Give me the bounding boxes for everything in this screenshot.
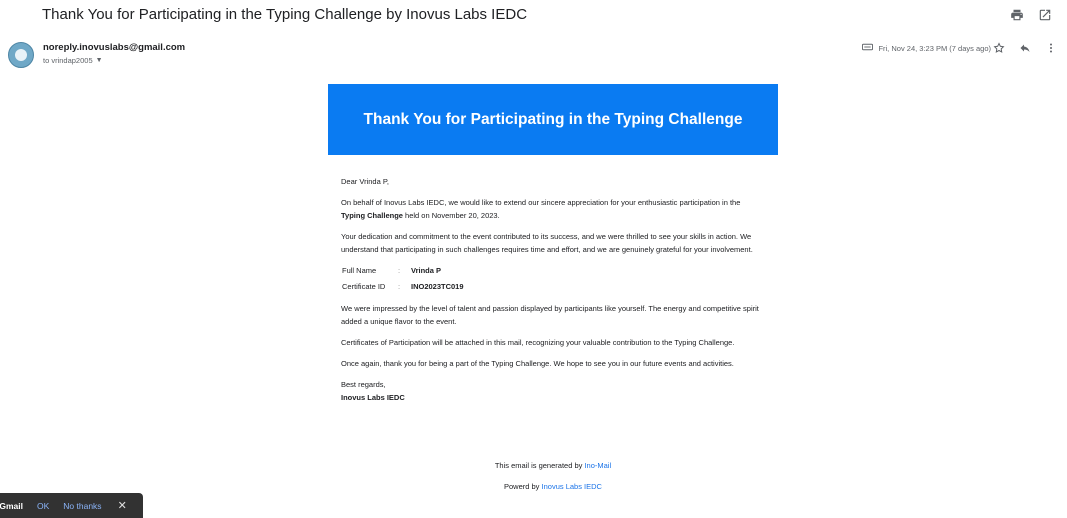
paragraph-thanks: Once again, thank you for being a part o… [341,359,734,368]
more-vert-icon[interactable] [1043,40,1059,56]
powered-text: Powerd by [504,482,542,491]
snackbar-text: Gmail. [0,500,23,511]
ino-mail-link[interactable]: Ino-Mail [584,461,611,470]
intro-text: On behalf of Inovus Labs IEDC, we would … [341,198,741,207]
snackbar: Gmail. OK No thanks ✕ [0,493,143,518]
snackbar-ok-button[interactable]: OK [37,501,49,511]
intro-date-text: held on November 20, 2023. [402,211,500,220]
paragraph-intro: On behalf of Inovus Labs IEDC, we would … [341,196,766,222]
recipient-label: to vrindap2005 [43,56,93,65]
detail-value: Vrinda P [411,266,442,275]
detail-label: Full Name [342,266,377,275]
email-banner: Thank You for Participating in the Typin… [328,84,778,155]
sender-email[interactable]: noreply.inovuslabs@gmail.com [43,42,185,53]
printer-icon[interactable] [1009,7,1025,23]
paragraph-certificates: Certificates of Participation will be at… [341,338,735,347]
email-date: Fri, Nov 24, 3:23 PM (7 days ago) [878,43,991,53]
signature: Inovus Labs IEDC [341,393,405,402]
inovus-labs-link[interactable]: Inovus Labs IEDC [542,482,602,491]
attachment-icon [862,43,874,53]
snackbar-no-thanks-button[interactable]: No thanks [63,501,101,511]
top-toolbar [1009,7,1053,23]
greeting: Dear Vrinda P, [341,177,389,186]
close-icon[interactable]: ✕ [118,499,127,512]
open-in-new-icon[interactable] [1037,7,1053,23]
chevron-down-icon[interactable]: ▼ [96,57,103,64]
paragraph-impressed: We were impressed by the level of talent… [341,304,759,326]
footer-generated: This email is generated by Ino-Mail [328,461,778,470]
email-meta: Fri, Nov 24, 3:23 PM (7 days ago) [862,43,991,53]
paragraph-dedication: Your dedication and commitment to the ev… [341,232,753,254]
recipient-line[interactable]: to vrindap2005 ▼ [43,56,103,65]
reply-icon[interactable] [1017,40,1033,56]
detail-label: Certificate ID [342,282,386,291]
sender-avatar[interactable] [8,42,34,68]
message-actions [991,40,1059,56]
footer-powered: Powerd by Inovus Labs IEDC [328,482,778,491]
email-subject: Thank You for Participating in the Typin… [42,6,528,23]
generated-text: This email is generated by [494,461,585,470]
detail-value: INO2023TC019 [411,282,464,291]
email-body: Dear Vrinda P, On behalf of Inovus Labs … [341,175,766,404]
participant-details: Full Name : Vrinda P Certificate ID : IN… [341,264,464,296]
detail-row-certificate-id: Certificate ID : INO2023TC019 [341,280,464,296]
star-icon[interactable] [991,40,1007,56]
detail-row-full-name: Full Name : Vrinda P [341,264,464,280]
event-name: Typing Challenge [341,211,403,220]
detail-separator: : [398,282,401,291]
detail-separator: : [398,266,401,275]
closing: Best regards, [341,380,386,389]
banner-title: Thank You for Participating in the Typin… [363,110,743,128]
